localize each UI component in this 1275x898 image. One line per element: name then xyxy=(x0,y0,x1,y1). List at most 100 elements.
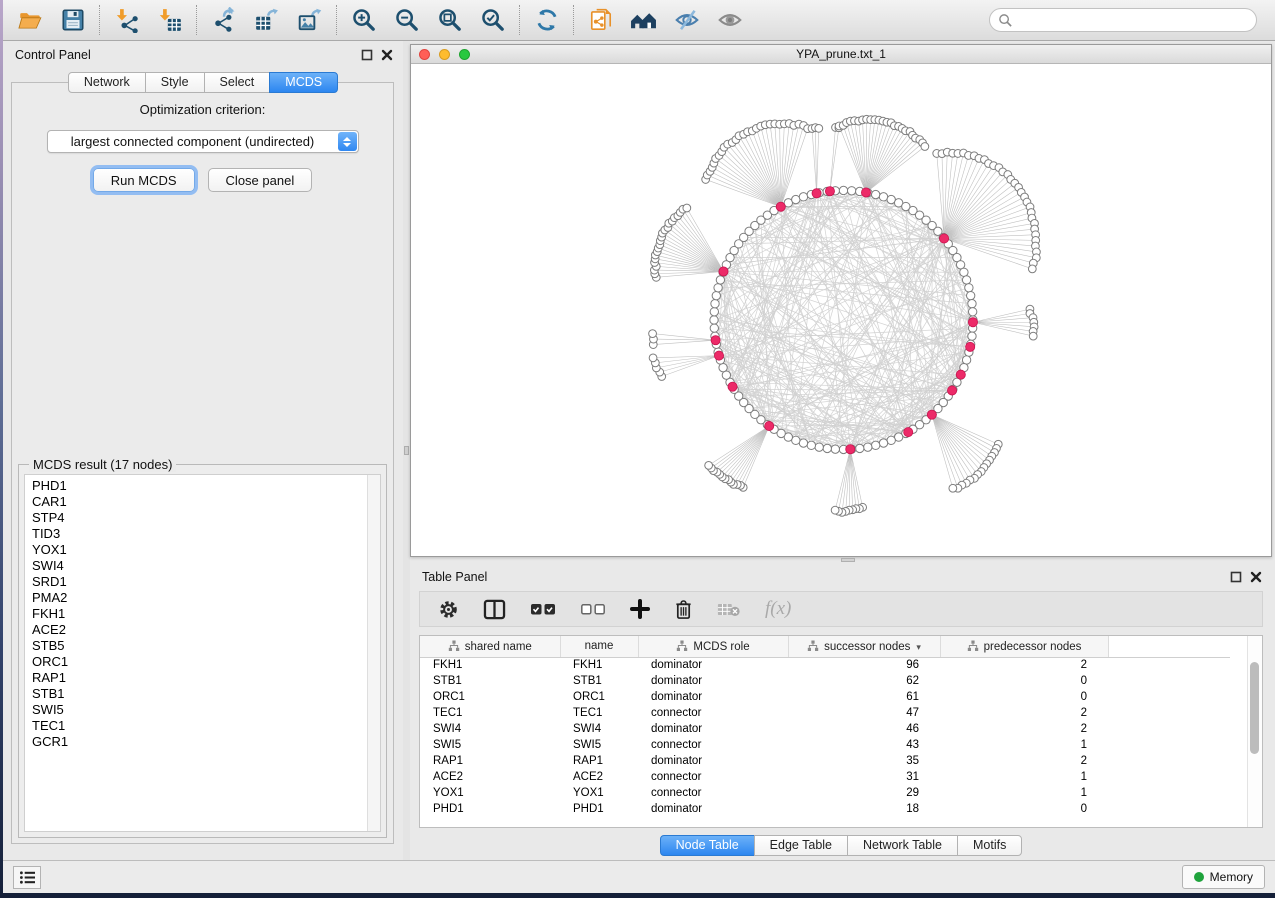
open-file-icon[interactable] xyxy=(16,7,43,34)
mcds-result-item[interactable]: CAR1 xyxy=(32,494,380,510)
cell[interactable]: connector xyxy=(638,769,788,785)
column-header-name[interactable]: name xyxy=(560,636,638,657)
cell[interactable]: dominator xyxy=(638,657,788,673)
table-row[interactable]: YOX1YOX1connector291 xyxy=(420,785,1230,801)
zoom-in-icon[interactable] xyxy=(350,7,377,34)
float-panel-icon[interactable] xyxy=(361,49,373,61)
close-panel-icon[interactable] xyxy=(381,49,393,61)
table-settings-gear-icon[interactable] xyxy=(438,599,459,620)
tab-mcds[interactable]: MCDS xyxy=(269,72,338,93)
mcds-result-item[interactable]: STB1 xyxy=(32,686,380,702)
cell[interactable]: TEC1 xyxy=(420,705,560,721)
cell[interactable]: SWI5 xyxy=(560,737,638,753)
table-scrollbar[interactable] xyxy=(1247,636,1262,827)
cell[interactable]: ACE2 xyxy=(420,769,560,785)
close-panel-icon[interactable] xyxy=(1250,571,1262,583)
cell[interactable]: dominator xyxy=(638,689,788,705)
cell[interactable]: FKH1 xyxy=(560,657,638,673)
cell[interactable]: RAP1 xyxy=(560,753,638,769)
select-all-icon[interactable] xyxy=(530,602,556,616)
mcds-result-item[interactable]: STB5 xyxy=(32,638,380,654)
cell[interactable]: PHD1 xyxy=(420,801,560,817)
refresh-layout-icon[interactable] xyxy=(533,7,560,34)
cell[interactable]: 18 xyxy=(788,801,940,817)
import-network-icon[interactable] xyxy=(113,7,140,34)
import-table-icon[interactable] xyxy=(156,7,183,34)
export-image-icon[interactable] xyxy=(296,7,323,34)
tab-style[interactable]: Style xyxy=(145,72,205,93)
cell[interactable]: ACE2 xyxy=(560,769,638,785)
cell[interactable]: 29 xyxy=(788,785,940,801)
mcds-result-item[interactable]: YOX1 xyxy=(32,542,380,558)
delete-column-icon[interactable] xyxy=(674,599,693,620)
table-row[interactable]: STB1STB1dominator620 xyxy=(420,673,1230,689)
scrollbar-thumb[interactable] xyxy=(1250,662,1259,754)
mcds-result-item[interactable]: TID3 xyxy=(32,526,380,542)
close-window-icon[interactable] xyxy=(419,49,430,60)
table-row[interactable]: ACE2ACE2connector311 xyxy=(420,769,1230,785)
cell[interactable]: YOX1 xyxy=(560,785,638,801)
run-mcds-button[interactable]: Run MCDS xyxy=(93,168,195,192)
cell[interactable]: TEC1 xyxy=(560,705,638,721)
cell[interactable]: 2 xyxy=(940,721,1108,737)
cell[interactable]: dominator xyxy=(638,721,788,737)
cell[interactable]: 46 xyxy=(788,721,940,737)
network-canvas[interactable] xyxy=(411,64,1271,556)
table-row[interactable]: SWI4SWI4dominator462 xyxy=(420,721,1230,737)
tab-motifs[interactable]: Motifs xyxy=(957,835,1022,856)
tab-node-table[interactable]: Node Table xyxy=(660,835,755,856)
mcds-result-item[interactable]: SWI5 xyxy=(32,702,380,718)
show-graphics-icon[interactable] xyxy=(716,7,743,34)
table-row[interactable]: PHD1PHD1dominator180 xyxy=(420,801,1230,817)
cell[interactable]: SWI4 xyxy=(420,721,560,737)
cell[interactable]: 61 xyxy=(788,689,940,705)
delete-table-icon[interactable] xyxy=(717,601,741,618)
cell[interactable]: 47 xyxy=(788,705,940,721)
table-row[interactable]: RAP1RAP1dominator352 xyxy=(420,753,1230,769)
column-header-predecessor-nodes[interactable]: predecessor nodes xyxy=(940,636,1108,657)
cell[interactable]: dominator xyxy=(638,801,788,817)
cell[interactable]: 43 xyxy=(788,737,940,753)
mcds-result-item[interactable]: FKH1 xyxy=(32,606,380,622)
tab-network[interactable]: Network xyxy=(68,72,146,93)
mcds-result-item[interactable]: SRD1 xyxy=(32,574,380,590)
cell[interactable]: 96 xyxy=(788,657,940,673)
show-columns-icon[interactable] xyxy=(483,599,506,620)
mcds-result-item[interactable]: TEC1 xyxy=(32,718,380,734)
cell[interactable]: connector xyxy=(638,737,788,753)
cell[interactable]: PHD1 xyxy=(560,801,638,817)
cell[interactable]: ORC1 xyxy=(420,689,560,705)
column-header-shared-name[interactable]: shared name xyxy=(420,636,560,657)
splitter-handle[interactable] xyxy=(841,558,855,562)
tab-edge-table[interactable]: Edge Table xyxy=(754,835,848,856)
cell[interactable]: 0 xyxy=(940,689,1108,705)
mcds-result-item[interactable]: PHD1 xyxy=(32,478,380,494)
clone-network-icon[interactable] xyxy=(587,7,614,34)
mcds-result-list[interactable]: PHD1CAR1STP4TID3YOX1SWI4SRD1PMA2FKH1ACE2… xyxy=(24,474,381,832)
cell[interactable]: 0 xyxy=(940,801,1108,817)
cell[interactable]: 1 xyxy=(940,769,1108,785)
cell[interactable]: 1 xyxy=(940,737,1108,753)
tab-network-table[interactable]: Network Table xyxy=(847,835,958,856)
node-table[interactable]: shared namenameMCDS rolesuccessor nodes▾… xyxy=(420,636,1230,817)
cell[interactable]: 2 xyxy=(940,705,1108,721)
minimize-window-icon[interactable] xyxy=(439,49,450,60)
deselect-all-icon[interactable] xyxy=(580,602,606,616)
mcds-result-item[interactable]: PMA2 xyxy=(32,590,380,606)
cell[interactable]: YOX1 xyxy=(420,785,560,801)
table-row[interactable]: SWI5SWI5connector431 xyxy=(420,737,1230,753)
search-field[interactable] xyxy=(989,8,1257,32)
cell[interactable]: STB1 xyxy=(420,673,560,689)
zoom-out-icon[interactable] xyxy=(393,7,420,34)
export-network-icon[interactable] xyxy=(210,7,237,34)
hide-graphics-icon[interactable] xyxy=(673,7,700,34)
home-sessions-icon[interactable] xyxy=(630,7,657,34)
cell[interactable]: 1 xyxy=(940,785,1108,801)
cell[interactable]: RAP1 xyxy=(420,753,560,769)
search-input[interactable] xyxy=(1013,11,1256,29)
column-header-successor-nodes[interactable]: successor nodes▾ xyxy=(788,636,940,657)
mcds-result-item[interactable]: STP4 xyxy=(32,510,380,526)
mcds-result-item[interactable]: SWI4 xyxy=(32,558,380,574)
cell[interactable]: dominator xyxy=(638,753,788,769)
export-table-icon[interactable] xyxy=(253,7,280,34)
